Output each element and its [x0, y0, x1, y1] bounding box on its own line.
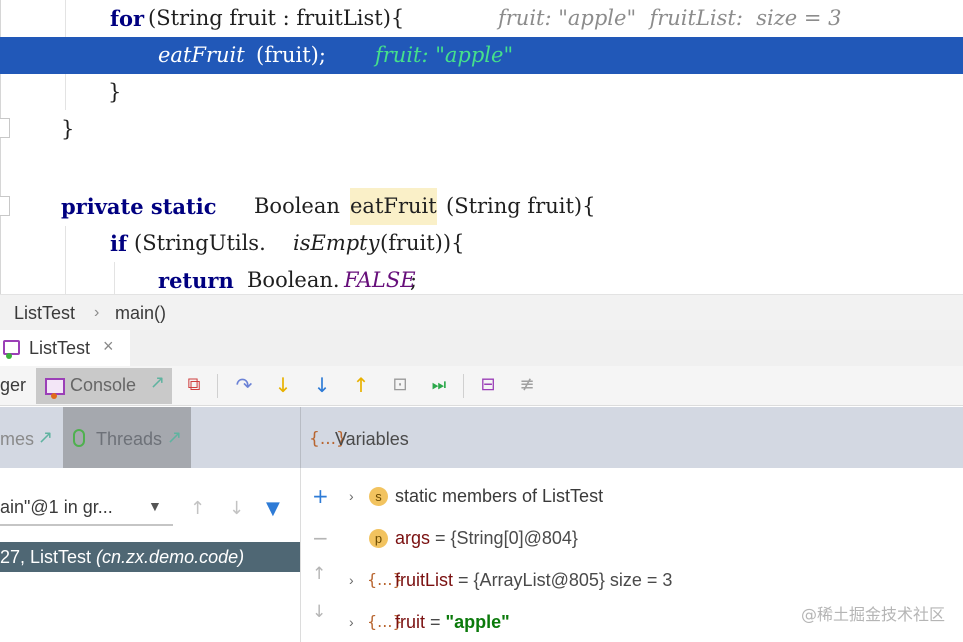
- step-out-icon[interactable]: ↑: [348, 372, 374, 398]
- expand-chevron-icon[interactable]: ›: [349, 560, 354, 600]
- variable-row[interactable]: › s static members of ListTest: [301, 476, 963, 516]
- force-step-into-icon[interactable]: ↓: [309, 372, 335, 398]
- evaluate-expression-icon[interactable]: ⊟: [475, 372, 501, 398]
- code-line-if[interactable]: if (StringUtils. isEmpty (fruit)){: [0, 225, 963, 262]
- code-line-current-execution[interactable]: eatFruit (fruit); fruit: "apple": [0, 37, 963, 74]
- frames-tab-label[interactable]: mes: [0, 429, 34, 450]
- static-badge-icon: s: [369, 487, 388, 506]
- drop-frame-icon[interactable]: ⊡: [387, 372, 413, 398]
- console-icon: [45, 378, 65, 399]
- code-editor[interactable]: for (String fruit : fruitList){ fruit: "…: [0, 0, 963, 294]
- frame-down-icon[interactable]: ↓: [229, 498, 244, 519]
- debug-toolbar: ger Console ↗ ⧉ ↷ ↓ ↓ ↑ ⊡ ⏭ ⊟ ≢: [0, 366, 963, 406]
- variable-row[interactable]: › {...} fruitList = {ArrayList@805} size…: [301, 560, 963, 600]
- method-call-eatfruit: eatFruit: [158, 43, 245, 67]
- tab-label: ListTest: [29, 338, 91, 358]
- parameter-badge-icon: p: [369, 529, 388, 548]
- filter-icon[interactable]: ▼: [266, 498, 280, 519]
- variable-value: = {String[0]@804}: [430, 528, 578, 548]
- console-label: Console: [70, 375, 137, 395]
- debug-config-icon: [3, 340, 20, 359]
- return-type: Boolean: [254, 194, 340, 218]
- variables-panel-header: {...} Variables: [300, 407, 963, 468]
- threads-icon: [73, 429, 85, 447]
- variable-row[interactable]: p args = {String[0]@804}: [301, 518, 963, 558]
- threads-label: Threads: [96, 429, 163, 449]
- thread-select-value: ain"@1 in gr...: [0, 497, 113, 517]
- open-arrow-icon: ↗: [167, 427, 183, 448]
- inline-debug-value: fruit: "apple" fruitList: size = 3: [498, 6, 842, 30]
- expand-chevron-icon[interactable]: ›: [349, 476, 354, 516]
- if-condition-prefix: (StringUtils.: [134, 231, 266, 255]
- inline-debug-value: fruit: "apple": [375, 43, 514, 67]
- for-header: (String fruit : fruitList){: [148, 6, 405, 30]
- open-arrow-icon: ↗: [150, 372, 166, 393]
- variable-value: "apple": [445, 612, 510, 632]
- frame-up-icon[interactable]: ↑: [190, 498, 205, 519]
- call-args: (fruit);: [256, 43, 326, 67]
- method-name-eatfruit: eatFruit: [350, 188, 437, 225]
- code-line-for[interactable]: for (String fruit : fruitList){ fruit: "…: [0, 0, 963, 37]
- breadcrumb-method[interactable]: main(): [115, 303, 166, 324]
- close-icon[interactable]: ×: [103, 336, 114, 357]
- breadcrumb: ListTest › main(): [0, 294, 963, 330]
- variable-name: fruitList: [395, 570, 454, 590]
- toolbar-separator: [217, 374, 218, 398]
- constant-false: FALSE: [344, 268, 416, 292]
- if-condition-suffix: (fruit)){: [380, 231, 465, 255]
- keyword-if: if: [110, 231, 128, 256]
- variable-value: = {ArrayList@805} size = 3: [453, 570, 673, 590]
- variable-entry: fruitList = {ArrayList@805} size = 3: [395, 560, 672, 600]
- watermark: @稀土掘金技术社区: [800, 605, 945, 624]
- stack-frame-package: (cn.zx.demo.code): [96, 547, 245, 567]
- debugger-tab-label[interactable]: ger: [0, 375, 26, 396]
- boolean-class: Boolean.: [247, 268, 340, 292]
- thread-select[interactable]: ain"@1 in gr... ▼: [0, 490, 173, 526]
- trace-icon[interactable]: ≢: [514, 372, 540, 398]
- code-line-return[interactable]: return Boolean. FALSE ;: [0, 262, 963, 294]
- frames-panel-header: mes ↗ Threads ↗: [0, 407, 300, 468]
- variable-entry: args = {String[0]@804}: [395, 518, 578, 558]
- code-line-brace[interactable]: }: [0, 111, 963, 148]
- run-to-cursor-icon[interactable]: ⏭: [426, 372, 452, 398]
- stack-frame-row[interactable]: 27, ListTest (cn.zx.demo.code): [0, 542, 300, 572]
- method-call-isempty: isEmpty: [293, 231, 380, 255]
- variable-entry: fruit = "apple": [395, 602, 510, 642]
- stack-frame-location: 27, ListTest: [0, 547, 97, 567]
- keyword-for: for: [110, 6, 145, 31]
- threads-tab[interactable]: Threads ↗: [63, 407, 191, 468]
- tab-listtest[interactable]: ListTest ×: [0, 330, 130, 366]
- code-line-brace[interactable]: }: [0, 74, 963, 111]
- variable-name: args: [395, 528, 431, 548]
- variables-label: Variables: [335, 429, 409, 449]
- keyword-return: return: [158, 268, 234, 293]
- frames-panel: ain"@1 in gr... ▼ ↑ ↓ ▼ 27, ListTest (cn…: [0, 468, 300, 642]
- breadcrumb-separator: ›: [94, 304, 100, 321]
- variable-name: static members of ListTest: [395, 486, 604, 506]
- chevron-down-icon: ▼: [148, 498, 162, 514]
- semicolon: ;: [410, 268, 418, 292]
- keyword-private-static: private static: [61, 194, 217, 219]
- restore-layout-icon[interactable]: ⧉: [181, 372, 207, 398]
- toolbar-separator: [463, 374, 464, 398]
- method-params: (String fruit){: [446, 194, 596, 218]
- step-into-icon[interactable]: ↓: [270, 372, 296, 398]
- breadcrumb-class[interactable]: ListTest: [14, 303, 75, 324]
- closing-brace: }: [108, 80, 122, 104]
- console-tab[interactable]: Console ↗: [36, 368, 172, 404]
- expand-chevron-icon[interactable]: ›: [349, 602, 354, 642]
- closing-brace: }: [61, 117, 75, 141]
- variable-equals: =: [425, 612, 446, 632]
- step-over-icon[interactable]: ↷: [231, 372, 257, 398]
- debug-tab-bar: ListTest ×: [0, 330, 963, 366]
- open-arrow-icon: ↗: [38, 427, 54, 448]
- variable-name: fruit: [395, 612, 426, 632]
- code-line-method-decl[interactable]: private static Boolean eatFruit (String …: [0, 188, 963, 225]
